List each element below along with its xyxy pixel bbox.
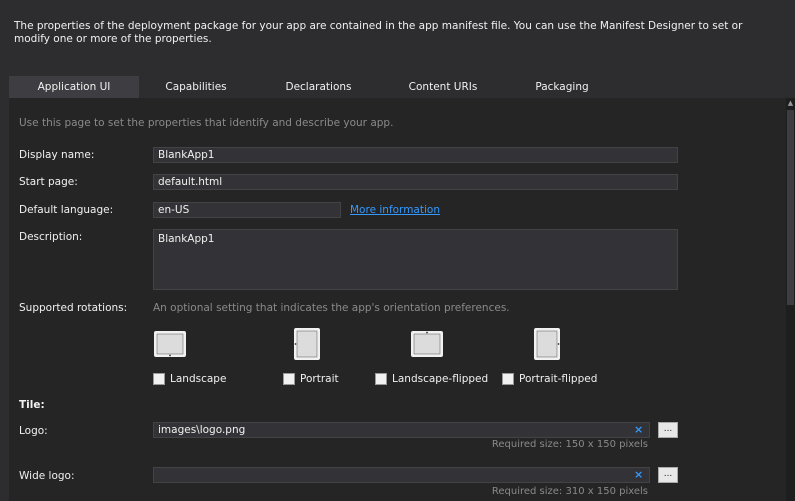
tab-content-uris[interactable]: Content URIs — [385, 76, 501, 98]
landscape-flipped-checkbox[interactable] — [375, 372, 387, 385]
tab-declarations[interactable]: Declarations — [261, 76, 376, 98]
more-information-link[interactable]: More information — [350, 204, 440, 216]
description-field[interactable]: BlankApp1 — [153, 229, 678, 290]
page-intro: Use this page to set the properties that… — [19, 117, 394, 129]
portrait-checkbox[interactable] — [283, 372, 295, 385]
logo-required-size: Required size: 150 x 150 pixels — [491, 439, 648, 450]
wide-logo-required-size: Required size: 310 x 150 pixels — [491, 486, 648, 497]
scroll-up-icon[interactable]: ▲ — [787, 99, 794, 107]
portrait-flipped-icon — [534, 328, 560, 360]
portrait-flipped-checkbox[interactable] — [502, 372, 514, 385]
portrait-icon — [294, 328, 320, 360]
manifest-description: The properties of the deployment package… — [0, 0, 795, 60]
description-label: Description: — [19, 231, 83, 243]
tile-section-label: Tile: — [19, 399, 45, 411]
display-name-label: Display name: — [19, 149, 95, 161]
scrollbar-thumb[interactable] — [787, 110, 794, 305]
tab-bar: Application UI Capabilities Declarations… — [9, 76, 787, 98]
landscape-icon — [154, 331, 186, 357]
portrait-option[interactable]: Portrait — [283, 372, 339, 385]
portrait-flipped-option[interactable]: Portrait-flipped — [502, 372, 597, 385]
logo-clear-icon[interactable]: × — [634, 423, 643, 436]
landscape-label: Landscape — [170, 372, 227, 385]
wide-logo-label: Wide logo: — [19, 470, 75, 482]
landscape-flipped-label: Landscape-flipped — [392, 372, 489, 385]
start-page-label: Start page: — [19, 176, 78, 188]
tab-capabilities[interactable]: Capabilities — [140, 76, 252, 98]
wide-logo-clear-icon[interactable]: × — [634, 468, 643, 481]
logo-field[interactable]: images\logo.png — [153, 422, 650, 438]
landscape-option[interactable]: Landscape — [153, 372, 226, 385]
rotations-hint: An optional setting that indicates the a… — [153, 302, 510, 314]
landscape-flipped-option[interactable]: Landscape-flipped — [375, 372, 488, 385]
landscape-flipped-icon — [411, 331, 443, 357]
logo-browse-button[interactable]: ... — [658, 422, 678, 438]
default-language-label: Default language: — [19, 204, 114, 216]
wide-logo-field[interactable] — [153, 467, 650, 483]
logo-label: Logo: — [19, 425, 48, 437]
landscape-checkbox[interactable] — [153, 372, 165, 385]
display-name-field[interactable]: BlankApp1 — [153, 147, 678, 163]
portrait-flipped-label: Portrait-flipped — [519, 372, 598, 385]
supported-rotations-label: Supported rotations: — [19, 302, 128, 314]
tab-application-ui[interactable]: Application UI — [9, 76, 139, 98]
start-page-field[interactable]: default.html — [153, 174, 678, 190]
wide-logo-browse-button[interactable]: ... — [658, 467, 678, 483]
portrait-label: Portrait — [300, 372, 339, 385]
default-language-field[interactable]: en-US — [153, 202, 341, 218]
tab-packaging[interactable]: Packaging — [509, 76, 615, 98]
